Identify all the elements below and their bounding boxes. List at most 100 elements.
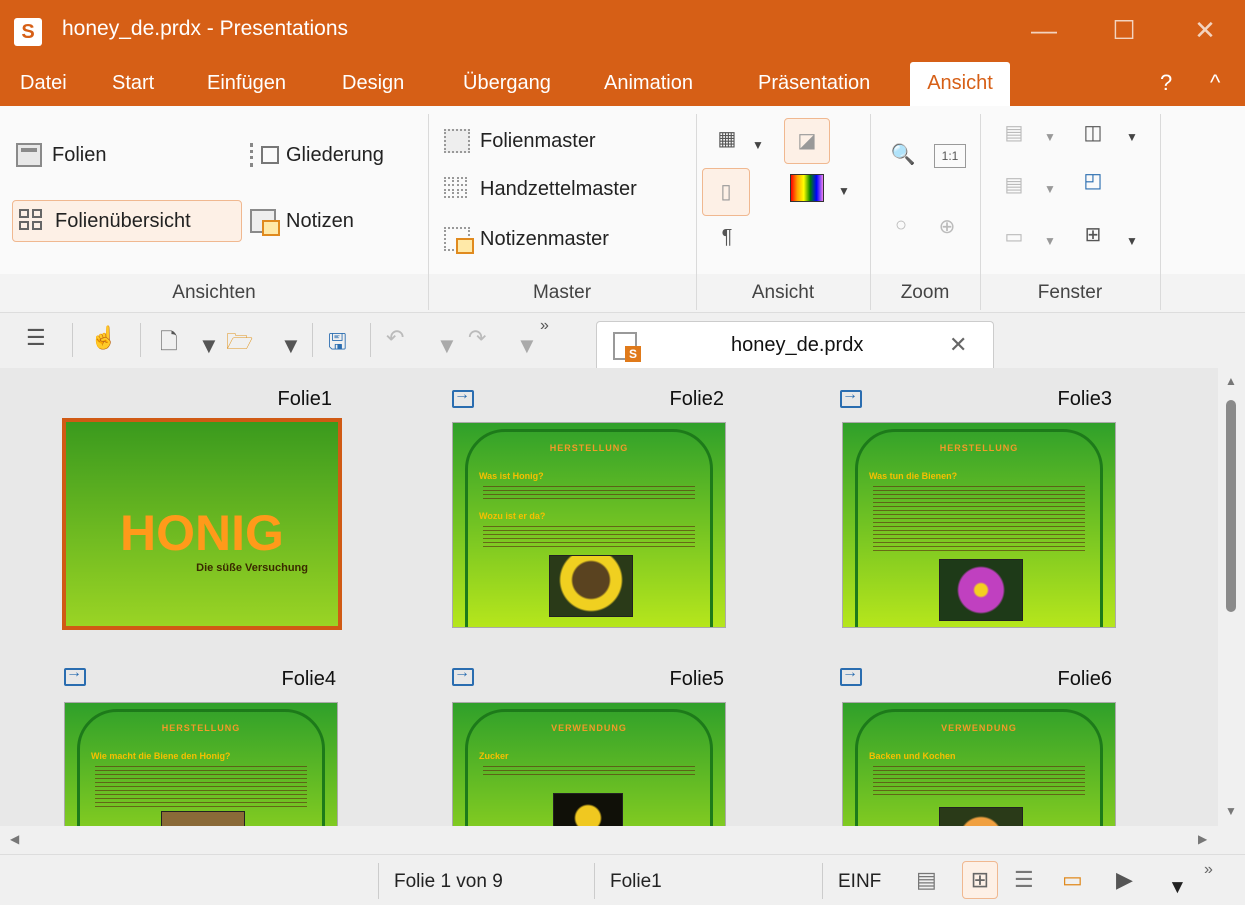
- vertical-scroll-thumb[interactable]: [1226, 400, 1236, 612]
- ribbon-separator: [696, 114, 697, 310]
- start-presentation-icon[interactable]: ▶: [1116, 867, 1133, 893]
- normal-view-icon[interactable]: ▤: [916, 867, 937, 893]
- folienmaster-button[interactable]: Folienmaster: [444, 120, 596, 162]
- new-window-icon[interactable]: ◰: [1076, 168, 1110, 193]
- document-tab[interactable]: honey_de.prdx ✕: [596, 321, 994, 369]
- presentation-dropdown-icon[interactable]: ▼: [1168, 877, 1187, 899]
- scroll-right-icon[interactable]: ▶: [1198, 832, 1207, 846]
- transition-icon[interactable]: [840, 664, 862, 686]
- bee-photo: [549, 555, 633, 617]
- window-layout-dropdown-icon[interactable]: ▼: [1126, 234, 1138, 248]
- open-folder-icon[interactable]: 🗁: [226, 325, 253, 363]
- undo-icon[interactable]: ↶: [386, 325, 404, 351]
- ribbon-separator: [980, 114, 981, 310]
- ruler-icon[interactable]: ▯: [702, 168, 750, 216]
- notizen-view-button[interactable]: Notizen: [250, 200, 354, 242]
- new-document-icon[interactable]: 🗋: [160, 325, 178, 363]
- status-overflow-icon[interactable]: »: [1204, 861, 1213, 879]
- horizontal-scrollbar[interactable]: ◀ ▶: [0, 826, 1245, 854]
- touch-mode-icon[interactable]: ☝: [90, 325, 117, 351]
- handzettelmaster-button[interactable]: Handzettelmaster: [444, 168, 637, 210]
- close-tab-icon[interactable]: ✕: [949, 332, 967, 358]
- outline-view-icon[interactable]: ☰: [1014, 867, 1034, 893]
- handzettelmaster-label: Handzettelmaster: [480, 177, 637, 200]
- slide-thumbnail-6[interactable]: VERWENDUNG Backen und Kochen: [842, 702, 1116, 826]
- notes-view-icon[interactable]: ▭: [1062, 867, 1083, 893]
- slide-label: Folie4: [281, 668, 336, 690]
- guides-icon[interactable]: ◪: [784, 118, 830, 164]
- zoom-out-icon[interactable]: ○: [886, 214, 916, 237]
- menu-design[interactable]: Design: [342, 72, 404, 95]
- help-icon[interactable]: ?: [1160, 70, 1172, 96]
- zoom-icon[interactable]: 🔍: [888, 142, 918, 167]
- gliederung-view-button[interactable]: Gliederung: [250, 134, 384, 176]
- slide-view-icon: [16, 143, 42, 167]
- transition-icon[interactable]: [452, 664, 474, 686]
- color-mode-icon[interactable]: [790, 174, 824, 202]
- sidebar-toggle-icon[interactable]: ☰: [26, 325, 46, 351]
- slide-sorter-icon: [19, 209, 45, 233]
- scroll-up-icon[interactable]: ▲: [1225, 374, 1237, 388]
- scroll-down-icon[interactable]: ▼: [1225, 804, 1237, 818]
- ribbon: Folien Gliederung Folienübersicht Notize…: [0, 106, 1245, 312]
- split-window-dropdown-icon[interactable]: ▼: [1126, 130, 1138, 144]
- menu-ansicht[interactable]: Ansicht: [910, 62, 1010, 108]
- transition-icon[interactable]: [64, 664, 86, 686]
- slide-sorter-view-icon[interactable]: ⊞: [962, 861, 998, 899]
- save-icon[interactable]: 🖫: [328, 325, 347, 363]
- formatting-marks-icon[interactable]: ¶: [712, 226, 742, 249]
- menu-einfuegen[interactable]: Einfügen: [207, 72, 286, 95]
- cascade-dropdown-icon[interactable]: ▼: [1044, 182, 1056, 196]
- menu-animation[interactable]: Animation: [604, 72, 693, 95]
- menu-datei[interactable]: Datei: [20, 72, 67, 95]
- menu-uebergang[interactable]: Übergang: [463, 72, 551, 95]
- folienuebersicht-view-button[interactable]: Folienübersicht: [12, 200, 242, 242]
- maximize-button[interactable]: ☐: [1084, 0, 1164, 62]
- cascade-icon[interactable]: ▤: [1000, 172, 1028, 197]
- open-dropdown-icon[interactable]: ▼: [280, 333, 302, 359]
- redo-icon[interactable]: ↷: [468, 325, 486, 351]
- notizenmaster-button[interactable]: Notizenmaster: [444, 218, 609, 260]
- folienuebersicht-label: Folienübersicht: [55, 209, 191, 232]
- undo-dropdown-icon[interactable]: ▼: [436, 333, 458, 359]
- slide-bullet: Was tun die Bienen?: [869, 471, 958, 481]
- scroll-left-icon[interactable]: ◀: [10, 832, 19, 846]
- folien-view-button[interactable]: Folien: [16, 134, 106, 176]
- notes-pane-icon[interactable]: ▭: [1000, 224, 1028, 249]
- split-window-icon[interactable]: ◫: [1076, 120, 1110, 145]
- notes-view-icon: [250, 209, 280, 236]
- minimize-button[interactable]: —: [1004, 0, 1084, 62]
- menu-start[interactable]: Start: [112, 72, 154, 95]
- arrange-dropdown-icon[interactable]: ▼: [1044, 130, 1056, 144]
- toolbar-overflow-icon[interactable]: »: [540, 317, 549, 335]
- insert-mode[interactable]: EINF: [838, 871, 881, 893]
- grid-dropdown-icon[interactable]: ▼: [752, 138, 764, 152]
- collapse-ribbon-icon[interactable]: ^: [1210, 70, 1220, 96]
- redo-dropdown-icon[interactable]: ▼: [516, 333, 538, 359]
- slide-heading: VERWENDUNG: [941, 723, 1017, 733]
- notes-pane-dropdown-icon[interactable]: ▼: [1044, 234, 1056, 248]
- window-layout-icon[interactable]: ⊞: [1076, 222, 1110, 247]
- zoom-in-icon[interactable]: ⊕: [932, 214, 962, 239]
- slide-thumbnail-4[interactable]: HERSTELLUNG Wie macht die Biene den Honi…: [64, 702, 338, 826]
- slide-bullet: Zucker: [479, 751, 509, 761]
- grid-icon[interactable]: ▦: [710, 126, 744, 151]
- slide-thumbnail-2[interactable]: HERSTELLUNG Was ist Honig? Wozu ist er d…: [452, 422, 726, 628]
- ribbon-separator: [870, 114, 871, 310]
- honeycomb-photo: [161, 811, 245, 826]
- slide-thumbnail-3[interactable]: HERSTELLUNG Was tun die Bienen?: [842, 422, 1116, 628]
- slide-thumbnail-5[interactable]: VERWENDUNG Zucker: [452, 702, 726, 826]
- slide-text-lines: [95, 763, 307, 807]
- arrange-icon[interactable]: ▤: [1000, 120, 1028, 145]
- zoom-100-button[interactable]: 1:1: [934, 144, 966, 168]
- new-document-dropdown-icon[interactable]: ▼: [198, 333, 220, 359]
- vertical-scrollbar[interactable]: ▲ ▼: [1218, 368, 1245, 826]
- menu-praesentation[interactable]: Präsentation: [758, 72, 870, 95]
- transition-icon[interactable]: [840, 386, 862, 408]
- status-separator: [822, 863, 823, 899]
- slide-thumbnail-1[interactable]: HONIG Die süße Versuchung: [62, 418, 342, 630]
- slide-position: Folie 1 von 9: [394, 871, 503, 892]
- color-mode-dropdown-icon[interactable]: ▼: [838, 184, 850, 198]
- close-button[interactable]: ✕: [1165, 0, 1245, 62]
- transition-icon[interactable]: [452, 386, 474, 408]
